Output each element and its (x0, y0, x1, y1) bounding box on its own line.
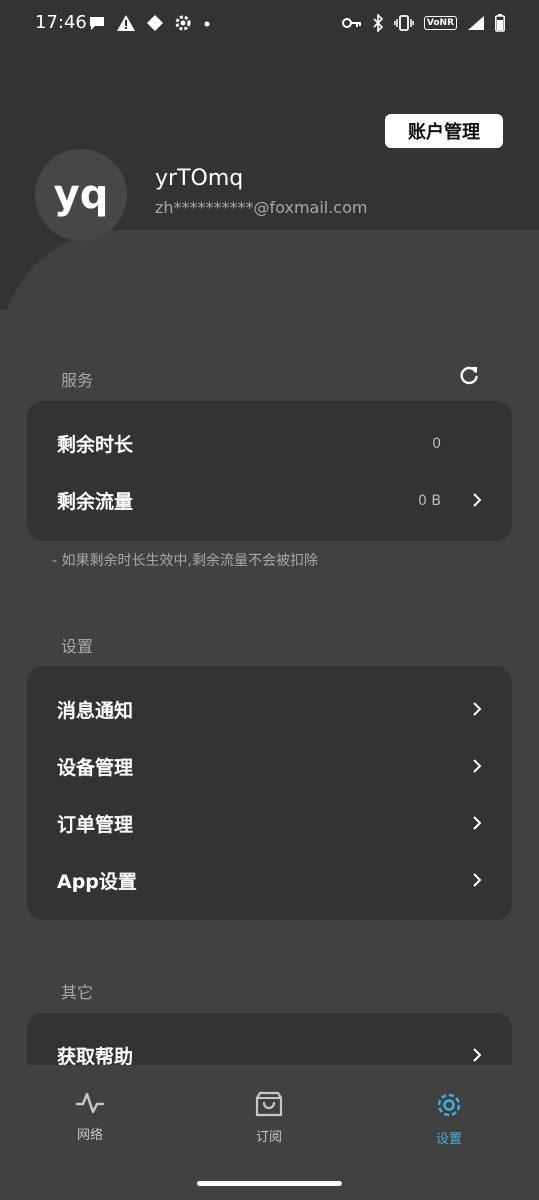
chevron-right-icon (473, 816, 482, 830)
dot-icon (204, 21, 210, 27)
chevron-right-icon (473, 702, 482, 716)
user-email: zh**********@foxmail.com (155, 198, 368, 217)
settings-item-label: 消息通知 (57, 700, 134, 722)
gear-icon (437, 1093, 461, 1117)
settings-item-notifications[interactable]: 消息通知 (27, 681, 512, 738)
avatar-initials: yq (53, 172, 109, 218)
service-item-remaining-time[interactable]: 剩余时长 0 (27, 415, 512, 472)
nav-tab-network[interactable]: 网络 (50, 1090, 130, 1143)
bottom-nav: 网络 订阅 设置 (0, 1065, 539, 1200)
section-title-settings: 设置 (61, 637, 94, 656)
shopping-bag-icon (255, 1091, 283, 1117)
nav-label: 订阅 (255, 1130, 282, 1145)
service-item-value: 0 B (418, 492, 441, 509)
vonr-icon: VoNR (423, 16, 457, 30)
service-item-value: 0 (432, 435, 441, 452)
nav-tab-settings[interactable]: 设置 (409, 1090, 489, 1147)
vibrate-icon (394, 15, 414, 31)
diamond-icon (147, 15, 163, 31)
refresh-icon[interactable] (458, 364, 480, 386)
service-item-remaining-traffic[interactable]: 剩余流量 0 B (27, 472, 512, 529)
status-time: 17:46 (35, 12, 87, 33)
account-management-button[interactable]: 账户管理 (385, 114, 503, 148)
warning-icon (117, 15, 135, 31)
chevron-right-icon (473, 1048, 482, 1062)
settings-item-app-settings[interactable]: App设置 (27, 852, 512, 909)
status-left-icons (88, 14, 212, 32)
activity-icon (75, 1092, 105, 1114)
avatar[interactable]: yq (35, 149, 127, 241)
settings-card: 消息通知 设备管理 订单管理 App设置 (27, 666, 512, 920)
status-bar: 17:46 VoNR (0, 0, 539, 48)
battery-icon (495, 14, 505, 32)
home-indicator[interactable] (197, 1181, 342, 1186)
chevron-right-icon (473, 759, 482, 773)
settings-item-label: App设置 (57, 871, 137, 893)
settings-item-device-management[interactable]: 设备管理 (27, 738, 512, 795)
services-card: 剩余时长 0 剩余流量 0 B (27, 401, 512, 541)
nav-label: 网络 (76, 1128, 103, 1143)
nav-label: 设置 (435, 1132, 462, 1147)
settings-item-order-management[interactable]: 订单管理 (27, 795, 512, 852)
content-curve (0, 230, 539, 420)
username: yrTOmq (155, 166, 244, 191)
key-icon (341, 18, 361, 28)
settings-item-label: 设备管理 (57, 757, 134, 779)
section-title-other: 其它 (61, 983, 94, 1002)
service-item-label: 剩余时长 (57, 434, 134, 456)
bluetooth-icon (373, 14, 384, 32)
services-note: - 如果剩余时长生效中,剩余流量不会被扣除 (52, 553, 318, 569)
section-title-services: 服务 (61, 371, 94, 390)
signal-icon (468, 16, 484, 30)
status-right-icons: VoNR (341, 14, 505, 32)
chevron-right-icon (473, 493, 482, 507)
settings-item-label: 订单管理 (57, 814, 134, 836)
service-item-label: 剩余流量 (57, 491, 134, 513)
nav-tab-subscription[interactable]: 订阅 (229, 1090, 309, 1145)
chevron-right-icon (473, 873, 482, 887)
gear-icon (175, 15, 191, 31)
chat-bubble-icon (90, 17, 104, 30)
